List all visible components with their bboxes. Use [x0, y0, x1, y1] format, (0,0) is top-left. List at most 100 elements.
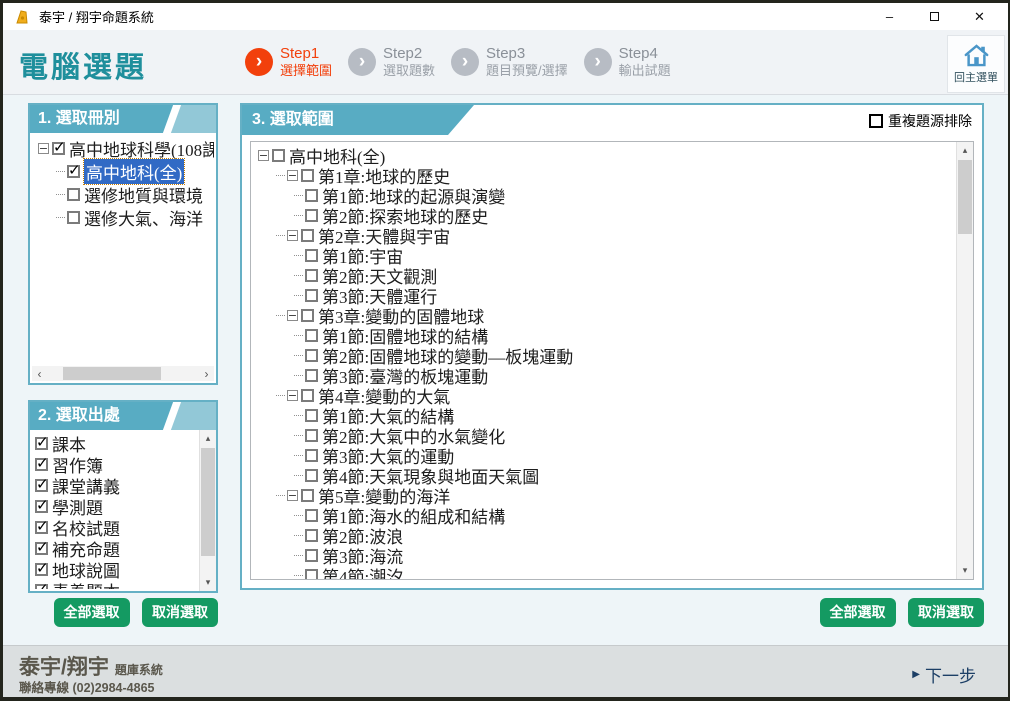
checkbox[interactable] [52, 142, 65, 155]
checkbox[interactable] [35, 563, 48, 576]
select-all-button[interactable]: 全部選取 [820, 598, 896, 627]
home-button[interactable]: 回主選單 [947, 35, 1005, 93]
checkbox[interactable] [869, 114, 883, 128]
scrollbar-thumb[interactable] [201, 448, 215, 556]
tree-row[interactable]: 第4節:潮汐 [255, 565, 973, 580]
desktop: 泰宇 / 翔宇命題系統 – ✕ 電腦選題 › Step1 選擇範圍 › Step… [0, 0, 1010, 701]
checkbox[interactable] [301, 169, 314, 182]
page-title: 電腦選題 [19, 44, 147, 86]
source-item[interactable]: 補充命題 [35, 538, 197, 559]
app-window: 泰宇 / 翔宇命題系統 – ✕ 電腦選題 › Step1 選擇範圍 › Step… [3, 3, 1008, 697]
tree-label[interactable]: 選修大氣、海洋 [84, 205, 203, 230]
maximize-button[interactable] [912, 4, 957, 30]
checkbox[interactable] [67, 211, 80, 224]
brand-name: 泰宇/翔宇 [19, 656, 109, 679]
step-1: › Step1 選擇範圍 [245, 45, 332, 79]
collapse-icon[interactable] [287, 170, 298, 181]
step-3: › Step3 題目預覽/選擇 [451, 45, 568, 79]
tree-label[interactable]: 高中地球科學(108課綱) [69, 136, 214, 161]
checkbox[interactable] [305, 349, 318, 362]
checkbox[interactable] [35, 479, 48, 492]
scroll-up-icon[interactable]: ▴ [957, 142, 973, 159]
tree-connector [276, 495, 285, 496]
checkbox[interactable] [35, 437, 48, 450]
duplicate-filter[interactable]: 重複題源排除 [869, 111, 972, 131]
footer: 泰宇/翔宇題庫系統 聯絡專線 (02)2984-4865 ▶ 下一步 [3, 645, 1008, 697]
scrollbar-thumb[interactable] [63, 367, 161, 380]
next-step-button[interactable]: ▶ 下一步 [912, 662, 976, 687]
close-button[interactable]: ✕ [957, 4, 1002, 30]
checkbox[interactable] [305, 469, 318, 482]
checkbox[interactable] [35, 458, 48, 471]
checkbox[interactable] [305, 369, 318, 382]
scroll-down-icon[interactable]: ▾ [957, 562, 973, 579]
tree-row[interactable]: 高中地科(全) [35, 160, 214, 183]
checkbox[interactable] [35, 584, 48, 589]
collapse-icon[interactable] [287, 230, 298, 241]
checkbox[interactable] [305, 409, 318, 422]
collapse-icon[interactable] [258, 150, 269, 161]
checkbox[interactable] [305, 429, 318, 442]
checkbox[interactable] [305, 449, 318, 462]
deselect-button[interactable]: 取消選取 [908, 598, 984, 627]
tree-row[interactable]: 選修大氣、海洋 [35, 206, 214, 229]
checkbox[interactable] [305, 289, 318, 302]
checkbox[interactable] [305, 569, 318, 581]
source-item[interactable]: 課本 [35, 433, 197, 454]
source-item[interactable]: 素養題本 [35, 580, 197, 589]
scroll-left-icon[interactable]: ‹ [32, 366, 47, 381]
collapse-icon[interactable] [287, 490, 298, 501]
checkbox[interactable] [301, 229, 314, 242]
tree-row[interactable]: 高中地球科學(108課綱) [35, 137, 214, 160]
scrollbar-thumb[interactable] [958, 160, 972, 234]
checkbox[interactable] [305, 529, 318, 542]
scroll-right-icon[interactable]: › [199, 366, 214, 381]
checkbox[interactable] [301, 389, 314, 402]
scrollbar-track[interactable] [47, 366, 199, 381]
minimize-button[interactable]: – [867, 4, 912, 30]
checkbox[interactable] [35, 542, 48, 555]
tree-row[interactable]: 選修地質與環境 [35, 183, 214, 206]
select-all-button[interactable]: 全部選取 [54, 598, 130, 627]
pen-icon [13, 8, 31, 26]
checkbox[interactable] [301, 309, 314, 322]
scroll-up-icon[interactable]: ▴ [200, 430, 216, 447]
checkbox[interactable] [35, 500, 48, 513]
tree-label[interactable]: 第4節:潮汐 [322, 563, 403, 581]
source-item[interactable]: 地球說圖 [35, 559, 197, 580]
header: 電腦選題 › Step1 選擇範圍 › Step2 選取題數 › Step3 [3, 30, 1008, 95]
source-item[interactable]: 學測題 [35, 496, 197, 517]
duplicate-filter-label: 重複題源排除 [888, 111, 972, 131]
horizontal-scrollbar[interactable]: ‹ › [32, 366, 214, 381]
scroll-down-icon[interactable]: ▾ [200, 574, 216, 591]
checkbox[interactable] [305, 249, 318, 262]
tree-label-selected[interactable]: 高中地科(全) [84, 159, 184, 184]
source-item[interactable]: 習作簿 [35, 454, 197, 475]
source-item[interactable]: 課堂講義 [35, 475, 197, 496]
panel3-title-tab: 3. 選取範圍 [242, 105, 474, 135]
vertical-scrollbar[interactable]: ▴ ▾ [956, 142, 973, 579]
checkbox[interactable] [35, 521, 48, 534]
checkbox[interactable] [301, 489, 314, 502]
collapse-icon[interactable] [287, 310, 298, 321]
checkbox[interactable] [67, 165, 80, 178]
checkbox[interactable] [305, 209, 318, 222]
tree-connector [294, 575, 303, 576]
tree-connector [294, 535, 303, 536]
checkbox[interactable] [305, 269, 318, 282]
collapse-icon[interactable] [38, 143, 49, 154]
checkbox[interactable] [67, 188, 80, 201]
collapse-icon[interactable] [287, 390, 298, 401]
play-arrow-icon: ▶ [912, 669, 920, 680]
tree-label[interactable]: 選修地質與環境 [84, 182, 203, 207]
source-list: 課本 習作簿 課堂講義 學測題 名校試題 [32, 432, 197, 589]
source-item[interactable]: 名校試題 [35, 517, 197, 538]
tree-connector [294, 195, 303, 196]
checkbox[interactable] [272, 149, 285, 162]
vertical-scrollbar[interactable]: ▴ ▾ [199, 430, 216, 591]
checkbox[interactable] [305, 329, 318, 342]
deselect-button[interactable]: 取消選取 [142, 598, 218, 627]
checkbox[interactable] [305, 549, 318, 562]
checkbox[interactable] [305, 189, 318, 202]
checkbox[interactable] [305, 509, 318, 522]
